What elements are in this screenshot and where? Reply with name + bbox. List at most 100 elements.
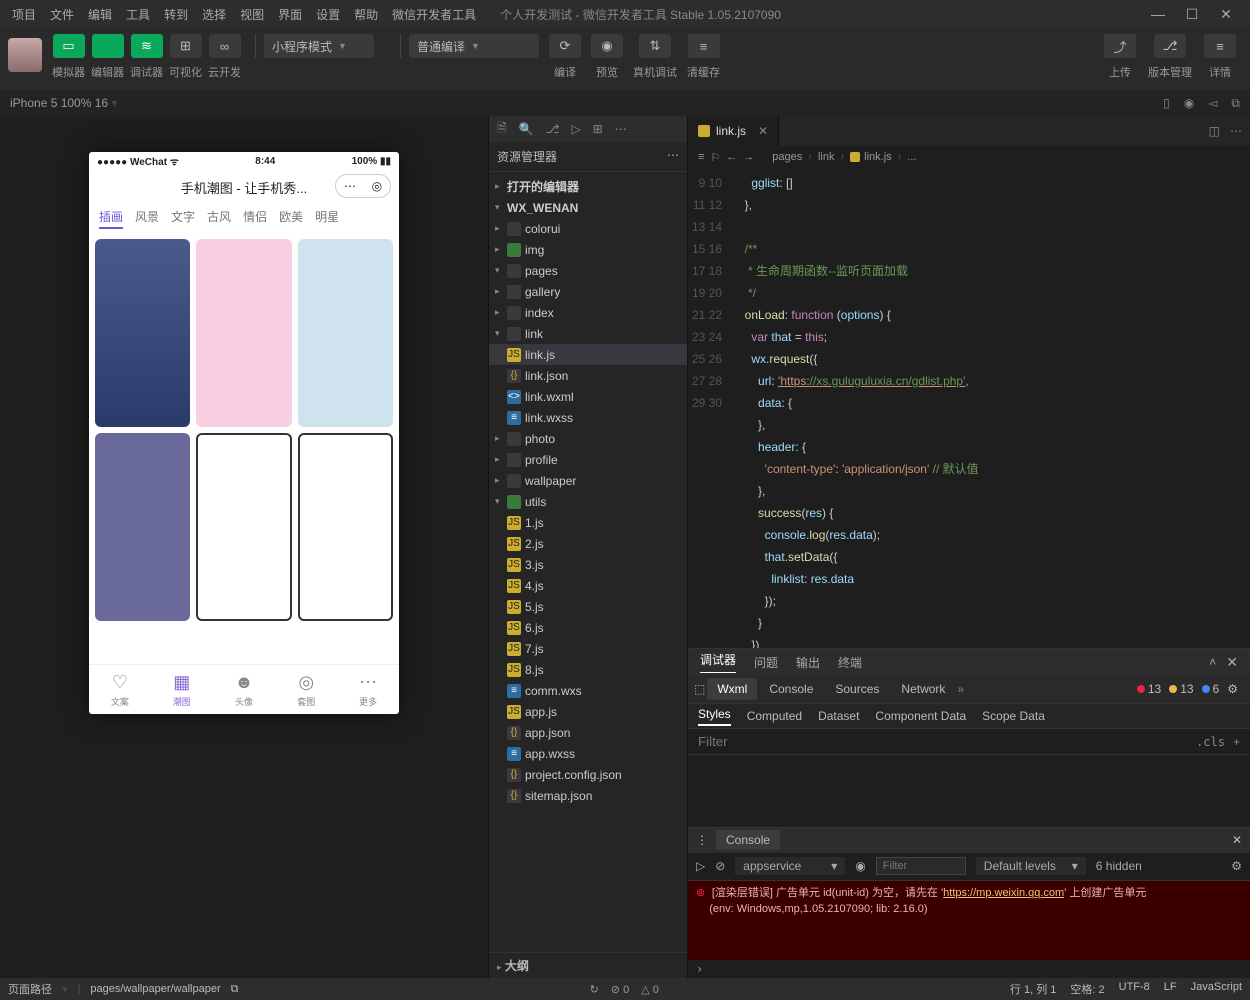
menu-item[interactable]: 文件 [44, 3, 80, 26]
split-icon[interactable]: ◫ [1209, 124, 1220, 138]
capsule-button[interactable]: ⋯◎ [335, 174, 391, 198]
file-item[interactable]: JSapp.js [489, 701, 687, 722]
error-count[interactable]: 13 [1137, 682, 1161, 696]
toolbar-button[interactable]: ◉预览 [591, 34, 623, 80]
file-item[interactable]: {}project.config.json [489, 764, 687, 785]
levels-dropdown[interactable]: Default levels▾ [976, 857, 1086, 875]
copy-icon[interactable]: ⧉ [1231, 96, 1240, 111]
category-tab[interactable]: 插画 [99, 208, 123, 229]
devtools-tab[interactable]: Console [759, 678, 823, 700]
file-item[interactable]: {}sitemap.json [489, 785, 687, 806]
grid-item[interactable] [196, 433, 291, 621]
menu-item[interactable]: 转到 [158, 3, 194, 26]
folder-item[interactable]: ▾link [489, 323, 687, 344]
info-count[interactable]: 6 [1202, 682, 1220, 696]
nav-item[interactable]: ♡文案 [111, 672, 129, 708]
user-avatar[interactable] [8, 38, 42, 72]
category-tab[interactable]: 古风 [207, 208, 231, 229]
file-item[interactable]: {}link.json [489, 365, 687, 386]
status-item[interactable]: 空格: 2 [1070, 981, 1104, 997]
folder-item[interactable]: ▸gallery [489, 281, 687, 302]
explorer-more-icon[interactable]: ⋯ [667, 148, 679, 165]
eye-icon[interactable]: ◉ [855, 859, 865, 873]
menu-item[interactable]: 设置 [310, 3, 346, 26]
dbg-tab[interactable]: 问题 [754, 654, 778, 671]
nav-item[interactable]: ☻头像 [235, 672, 254, 708]
project-root[interactable]: ▾WX_WENAN [489, 197, 687, 218]
search-icon[interactable]: 🔍 [519, 122, 534, 136]
grid-item[interactable] [298, 433, 393, 621]
folder-item[interactable]: ▾pages [489, 260, 687, 281]
close-tab-icon[interactable]: ✕ [758, 124, 768, 138]
menu-item[interactable]: 帮助 [348, 3, 384, 26]
styles-filter-input[interactable] [698, 734, 875, 749]
devtools-settings-icon[interactable]: ⚙ [1227, 682, 1238, 696]
status-item[interactable]: UTF-8 [1119, 981, 1150, 997]
grid-item[interactable] [95, 239, 190, 427]
folder-item[interactable]: ▸photo [489, 428, 687, 449]
console-filter-input[interactable] [876, 857, 966, 875]
compile-type-dropdown[interactable]: 普通编译▼ [409, 34, 539, 58]
more-icon[interactable]: ⋯ [1230, 124, 1242, 138]
console-toggle-icon[interactable]: ▷ [696, 859, 705, 873]
styles-tab[interactable]: Computed [747, 709, 802, 723]
menu-item[interactable]: 项目 [6, 3, 42, 26]
compile-mode-dropdown[interactable]: 小程序模式▼ [264, 34, 374, 58]
console-prompt[interactable]: › [688, 960, 1250, 978]
clear-console-icon[interactable]: ⊘ [715, 859, 725, 873]
category-tab[interactable]: 明星 [315, 208, 339, 229]
minimize-button[interactable]: — [1148, 6, 1168, 23]
category-tab[interactable]: 情侣 [243, 208, 267, 229]
device-icon[interactable]: ▯ [1163, 96, 1170, 111]
dbg-tab[interactable]: 调试器 [700, 651, 736, 673]
styles-tab[interactable]: Dataset [818, 709, 859, 723]
file-item[interactable]: JS8.js [489, 659, 687, 680]
toolbar-button[interactable]: ≡清缓存 [687, 34, 720, 80]
styles-tab[interactable]: Styles [698, 707, 731, 726]
file-item[interactable]: JS5.js [489, 596, 687, 617]
warning-status[interactable]: △ 0 [641, 983, 659, 996]
menu-item[interactable]: 视图 [234, 3, 270, 26]
styles-tab[interactable]: Component Data [875, 709, 966, 723]
route-path[interactable]: pages/wallpaper/wallpaper [90, 983, 220, 995]
file-item[interactable]: ≡app.wxss [489, 743, 687, 764]
devtools-tab[interactable]: Sources [825, 678, 889, 700]
grid-item[interactable] [95, 433, 190, 621]
add-style-icon[interactable]: + [1233, 735, 1240, 749]
file-item[interactable]: JSlink.js [489, 344, 687, 365]
error-link[interactable]: https://mp.weixin.qq.com [943, 887, 1064, 899]
category-tab[interactable]: 欧美 [279, 208, 303, 229]
file-item[interactable]: ≡comm.wxs [489, 680, 687, 701]
devtools-tab[interactable]: Wxml [707, 678, 757, 700]
toolbar-button[interactable]: ≡详情 [1204, 34, 1236, 80]
toolbar-button[interactable]: ∞云开发 [208, 34, 241, 80]
breadcrumb[interactable]: ≡ ⚐ ← → pages› link› link.js› ... [688, 146, 1250, 168]
toolbar-button[interactable]: ⇅真机调试 [633, 34, 677, 80]
file-item[interactable]: <>link.wxml [489, 386, 687, 407]
category-tab[interactable]: 文字 [171, 208, 195, 229]
devtools-tab[interactable]: Network [891, 678, 955, 700]
record-icon[interactable]: ◉ [1184, 96, 1194, 111]
branch-icon[interactable]: ⎇ [546, 122, 560, 136]
toolbar-button[interactable]: ⟳编译 [549, 34, 581, 80]
collapse-icon[interactable]: ˄ [1209, 655, 1216, 669]
ext-icon[interactable]: ⊞ [593, 122, 603, 136]
files-icon[interactable]: 🗎 [497, 119, 507, 140]
nav-item[interactable]: ▦潮图 [173, 672, 191, 708]
status-item[interactable]: LF [1164, 981, 1177, 997]
file-item[interactable]: JS1.js [489, 512, 687, 533]
hidden-count[interactable]: 6 hidden [1096, 859, 1142, 873]
toolbar-button[interactable]: ≋调试器 [130, 34, 163, 80]
file-item[interactable]: JS4.js [489, 575, 687, 596]
close-panel-icon[interactable]: ✕ [1226, 654, 1238, 671]
more-icon[interactable]: ⋯ [615, 122, 627, 136]
mute-icon[interactable]: ◅ [1208, 96, 1217, 111]
file-item[interactable]: JS3.js [489, 554, 687, 575]
nav-item[interactable]: ⋯更多 [359, 672, 377, 708]
inspect-icon[interactable]: ⬚ [694, 682, 705, 696]
toolbar-button[interactable]: ⤴上传 [1104, 34, 1136, 80]
file-item[interactable]: JS7.js [489, 638, 687, 659]
close-console-icon[interactable]: ✕ [1232, 833, 1242, 847]
folder-item[interactable]: ▸img [489, 239, 687, 260]
error-status[interactable]: ⊘ 0 [611, 983, 629, 996]
